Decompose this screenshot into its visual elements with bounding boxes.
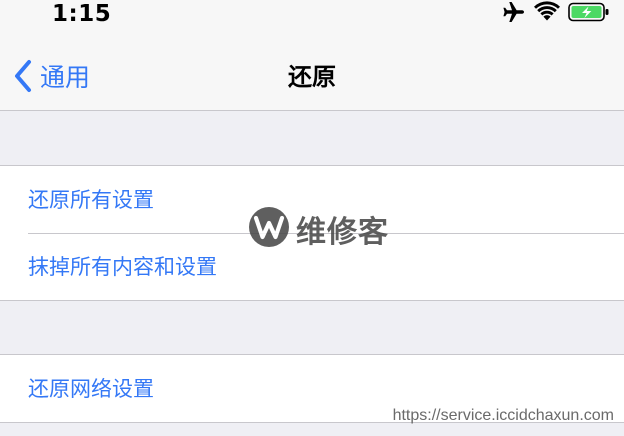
- page-title: 还原: [288, 63, 336, 91]
- wifi-icon: [534, 1, 560, 27]
- w-logo-icon: [248, 206, 290, 252]
- airplane-icon: [502, 1, 526, 27]
- watermark-logo: 维修客: [248, 206, 389, 252]
- status-icons: [502, 1, 610, 27]
- reset-all-settings-label: 还原所有设置: [28, 187, 154, 212]
- navigation-bar: 通用 还原: [0, 30, 624, 111]
- watermark-text: 维修客: [296, 215, 389, 250]
- status-bar: 1:15: [0, 0, 624, 30]
- status-time: 1:15: [52, 1, 112, 27]
- battery-charging-icon: [568, 1, 610, 27]
- reset-network-settings-label: 还原网络设置: [28, 376, 154, 401]
- source-url-text: https://service.iccidchaxun.com: [392, 407, 614, 424]
- erase-all-content-label: 抹掉所有内容和设置: [28, 254, 217, 279]
